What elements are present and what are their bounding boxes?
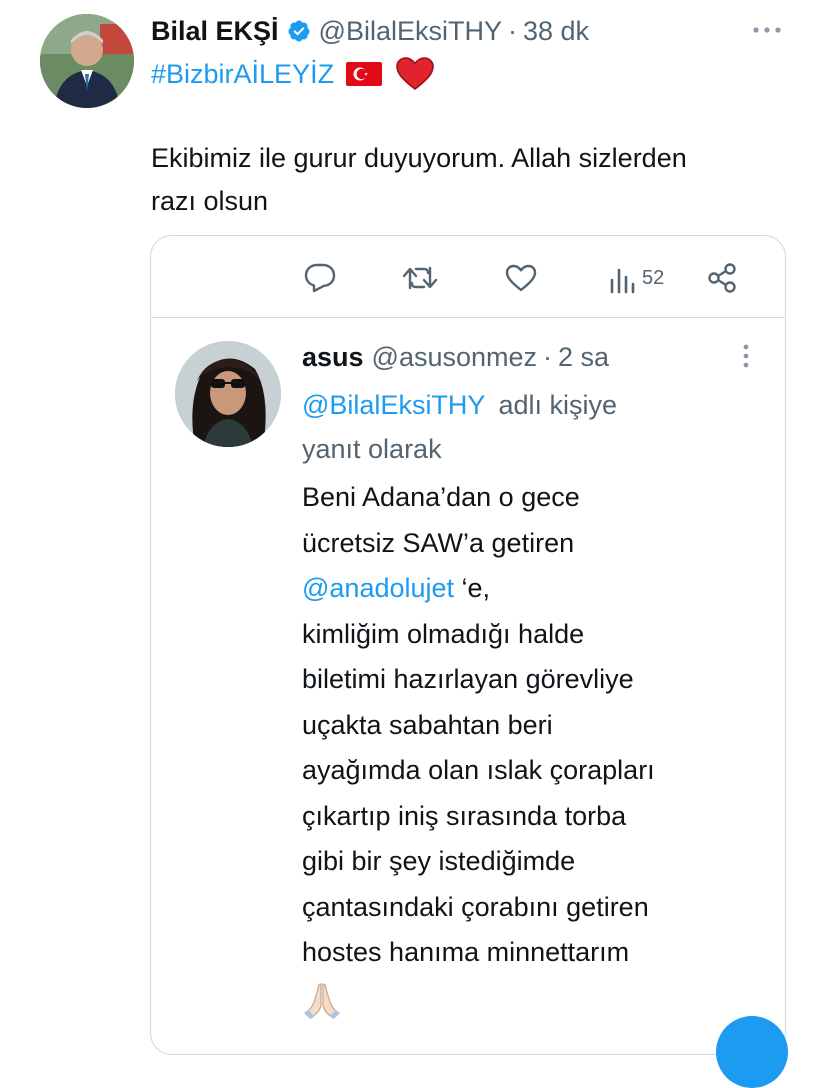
heart-emoji-icon xyxy=(396,57,434,91)
reply-to-line2: yanıt olarak xyxy=(302,434,442,464)
reply-mention-line: @anadolujet ‘e, xyxy=(302,566,772,612)
reply-text-line: kimliğim olmadığı halde xyxy=(302,618,585,649)
reply-to-handle[interactable]: @BilalEksiTHY xyxy=(302,390,485,420)
retweet-icon[interactable] xyxy=(402,264,438,292)
bio-hashtag[interactable]: #BizbirAİLEYİZ xyxy=(151,59,334,90)
praying-hands-icon xyxy=(302,980,342,1020)
reply-text-line: çantasındaki çorabını getiren xyxy=(302,891,649,922)
reply-icon[interactable] xyxy=(304,263,336,293)
like-icon[interactable] xyxy=(505,264,537,292)
mention-suffix: ‘e, xyxy=(454,573,491,603)
more-horizontal-icon[interactable] xyxy=(750,22,786,38)
reply-text-line: ayağımda olan ıslak çorapları xyxy=(302,755,655,785)
reply-text-line: çıkartıp iniş sırasında torba xyxy=(302,800,627,831)
compose-button[interactable] xyxy=(716,1016,788,1088)
time-separator: · xyxy=(507,15,517,46)
reply-text: Beni Adana’dan o gece ücretsiz SAW’a get… xyxy=(302,475,772,976)
views-count: 52 xyxy=(642,267,665,289)
author-name[interactable]: Bilal EKŞİ xyxy=(151,16,279,47)
tweet-text-line: Ekibimiz ile gurur duyuyorum. Allah sizl… xyxy=(151,143,687,173)
tweet-text-line: razı olsun xyxy=(151,186,269,216)
tweet-header: Bilal EKŞİ @BilalEksiTHY · 38 dk xyxy=(151,13,589,49)
flag-icon xyxy=(346,62,383,86)
reply-text-line: Beni Adana’dan o gece xyxy=(302,482,580,512)
author-handle[interactable]: @BilalEksiTHY xyxy=(319,16,502,47)
reply-avatar[interactable] xyxy=(175,341,281,447)
reply-text-line: uçakta sabahtan beri xyxy=(302,709,553,740)
reply-author-name[interactable]: asus xyxy=(302,342,364,373)
action-bar: 52 xyxy=(151,252,785,304)
reply-time-separator: · xyxy=(543,341,553,372)
card-divider xyxy=(151,317,785,318)
reply-to-suffix: adlı kişiye xyxy=(498,390,618,420)
reply-to: @BilalEksiTHY adlı kişiye yanıt olarak xyxy=(302,383,762,471)
reply-text-line: hostes hanıma minnettarım xyxy=(302,937,630,967)
more-vertical-icon[interactable] xyxy=(738,342,754,372)
reply-text-line: gibi bir şey istediğimde xyxy=(302,846,576,876)
reply-text-line: ücretsiz SAW’a getiren xyxy=(302,527,575,558)
reply-author-handle[interactable]: @asusonmez xyxy=(372,342,537,373)
reply-text-line: biletimi hazırlayan görevliye xyxy=(302,664,634,694)
mention-link[interactable]: @anadolujet xyxy=(302,573,454,603)
tweet-text: Ekibimiz ile gurur duyuyorum. Allah sizl… xyxy=(151,137,801,223)
reply-header: asus @asusonmez · 2 sa xyxy=(302,338,609,376)
share-icon[interactable] xyxy=(706,262,738,294)
views-icon[interactable] xyxy=(608,266,636,294)
verified-badge-icon xyxy=(287,19,311,43)
tweet-time[interactable]: 38 dk xyxy=(523,16,589,47)
reply-time[interactable]: 2 sa xyxy=(558,342,609,373)
author-bio: #BizbirAİLEYİZ xyxy=(151,56,434,92)
reply-to-line: @BilalEksiTHY adlı kişiye xyxy=(302,383,762,427)
author-avatar[interactable] xyxy=(40,14,134,108)
